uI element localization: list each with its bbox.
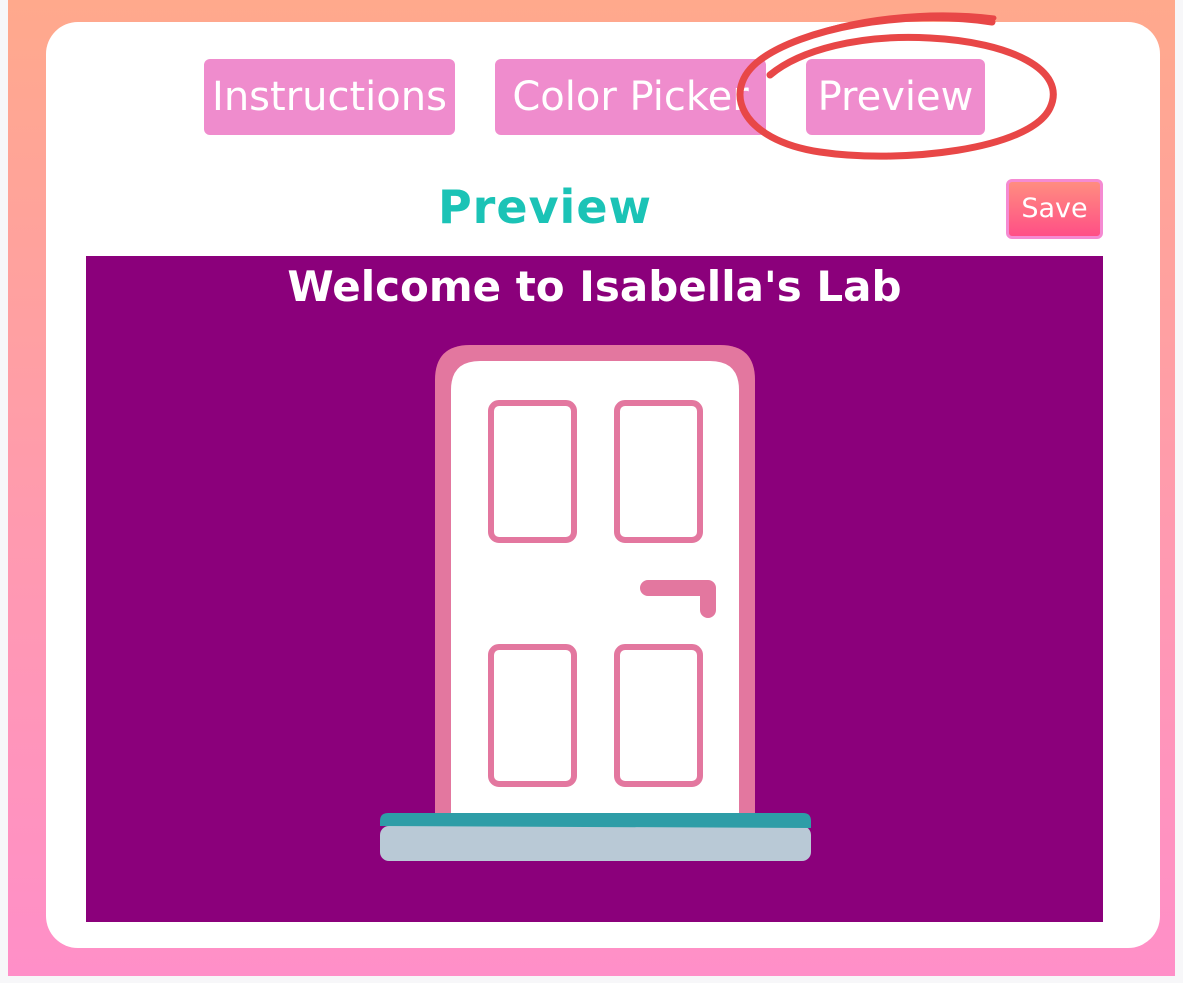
door-icon (380, 345, 811, 861)
door-step-top (380, 813, 811, 828)
door-step-bottom (380, 826, 811, 861)
